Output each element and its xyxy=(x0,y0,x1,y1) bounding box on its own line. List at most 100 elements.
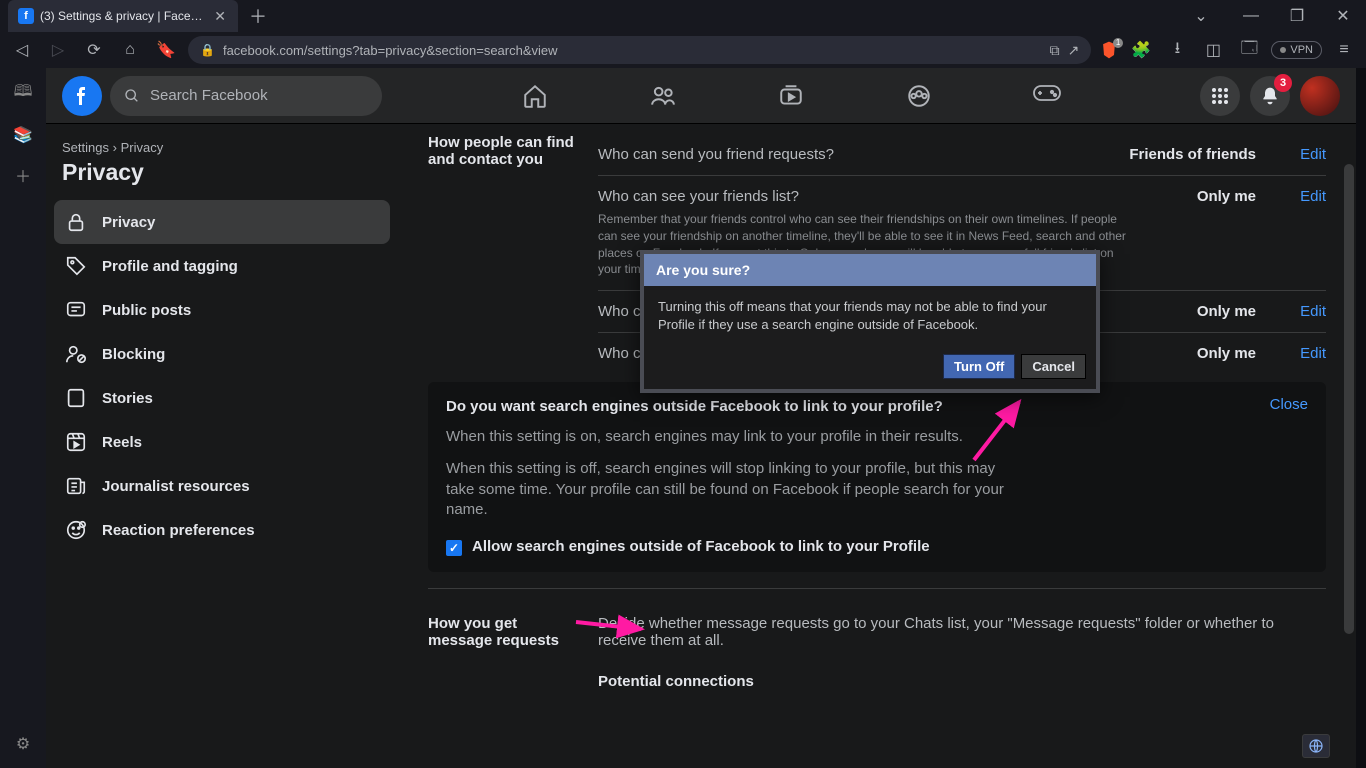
expanded-search-engine-setting: Close Do you want search engines outside… xyxy=(428,382,1326,572)
checkbox-checked-icon[interactable]: ✓ xyxy=(446,540,462,556)
brave-shields-icon[interactable]: 1 xyxy=(1099,40,1119,60)
header-right: 3 xyxy=(1200,76,1340,116)
browser-titlebar: f (3) Settings & privacy | Facebook ✕ ＋ … xyxy=(0,0,1366,32)
menu-grid-button[interactable] xyxy=(1200,76,1240,116)
lock-icon xyxy=(64,211,88,233)
bookmarks-panel-icon[interactable]: 📚 xyxy=(13,125,33,145)
sidebar-toggle-icon[interactable]: ◫ xyxy=(1199,36,1227,64)
sidebar-item-reaction-prefs[interactable]: Reaction preferences xyxy=(54,508,390,552)
edit-link[interactable]: Edit xyxy=(1276,146,1326,163)
sidebar-item-stories[interactable]: Stories xyxy=(54,376,390,420)
confirm-dialog: Are you sure? Turning this off means tha… xyxy=(640,250,1100,393)
sidebar-item-label: Blocking xyxy=(102,346,165,363)
tab-overflow-icon[interactable]: ⌄ xyxy=(1178,0,1224,32)
sidebar-item-label: Privacy xyxy=(102,214,155,231)
sidebar-item-blocking[interactable]: Blocking xyxy=(54,332,390,376)
nav-groups-icon[interactable] xyxy=(895,83,943,109)
close-tab-icon[interactable]: ✕ xyxy=(214,8,226,25)
sidebar-item-public-posts[interactable]: Public posts xyxy=(54,288,390,332)
section-title: How you get message requests xyxy=(428,615,598,690)
wallet-icon[interactable]: 🗔 xyxy=(1235,36,1263,64)
nav-gaming-icon[interactable] xyxy=(1023,83,1071,109)
turn-off-button[interactable]: Turn Off xyxy=(943,354,1015,379)
sidebar-item-privacy[interactable]: Privacy xyxy=(54,200,390,244)
page-viewport: Search Facebook 3 Settings › Privacy xyxy=(46,68,1356,768)
facebook-favicon: f xyxy=(18,8,34,24)
sidebar-item-label: Stories xyxy=(102,390,153,407)
window-minimize-icon[interactable]: — xyxy=(1228,0,1274,32)
sidebar-settings-icon[interactable]: ⚙ xyxy=(16,734,30,754)
new-tab-button[interactable]: ＋ xyxy=(244,2,272,30)
facebook-search[interactable]: Search Facebook xyxy=(110,76,382,116)
settings-sidebar: Settings › Privacy Privacy Privacy Profi… xyxy=(46,124,398,768)
nav-friends-icon[interactable] xyxy=(639,83,687,109)
shields-count-badge: 1 xyxy=(1113,38,1123,48)
nav-home-icon[interactable] xyxy=(511,83,559,109)
sidebar-item-profile-tagging[interactable]: Profile and tagging xyxy=(54,244,390,288)
sidebar-item-label: Public posts xyxy=(102,302,191,319)
dialog-footer: Turn Off Cancel xyxy=(644,346,1096,389)
section-description: Decide whether message requests go to yo… xyxy=(598,615,1326,649)
language-globe-button[interactable] xyxy=(1302,734,1330,758)
nav-back-icon[interactable]: ◁ xyxy=(8,36,36,64)
facebook-logo[interactable] xyxy=(62,76,102,116)
bookmark-icon[interactable]: 🔖 xyxy=(152,36,180,64)
stories-icon xyxy=(64,387,88,409)
downloads-icon[interactable]: ⭳ xyxy=(1163,36,1191,64)
dialog-body: Turning this off means that your friends… xyxy=(644,286,1096,346)
tab-title: (3) Settings & privacy | Facebook xyxy=(40,9,208,23)
window-controls: ⌄ — ❐ ✕ xyxy=(1178,0,1366,32)
news-icon xyxy=(64,475,88,497)
edit-link[interactable]: Edit xyxy=(1276,345,1326,362)
open-external-icon[interactable]: ⧉ xyxy=(1050,42,1060,59)
setting-value: Friends of friends xyxy=(1126,146,1276,163)
block-icon xyxy=(64,343,88,365)
browser-menu-icon[interactable]: ≡ xyxy=(1330,36,1358,64)
setting-row-friend-requests: Who can send you friend requests? Friend… xyxy=(598,134,1326,176)
page-title: Privacy xyxy=(54,155,390,200)
reading-list-icon[interactable]: 🕮 xyxy=(14,80,33,107)
vertical-scrollbar[interactable] xyxy=(1342,124,1356,768)
share-icon[interactable]: ↗ xyxy=(1068,42,1080,59)
sidebar-item-label: Reaction preferences xyxy=(102,522,255,539)
home-icon[interactable]: ⌂ xyxy=(116,36,144,64)
sidebar-item-reels[interactable]: Reels xyxy=(54,420,390,464)
top-nav xyxy=(382,83,1200,109)
edit-link[interactable]: Edit xyxy=(1276,303,1326,320)
extensions-icon[interactable]: 🧩 xyxy=(1127,36,1155,64)
search-icon xyxy=(124,88,140,104)
add-panel-icon[interactable]: ＋ xyxy=(15,163,31,187)
setting-value: Only me xyxy=(1126,303,1276,320)
subsection-title: Potential connections xyxy=(598,673,1326,690)
vpn-badge[interactable]: VPN xyxy=(1271,41,1322,59)
reaction-icon xyxy=(64,519,88,541)
browser-tab[interactable]: f (3) Settings & privacy | Facebook ✕ xyxy=(8,0,238,32)
reload-icon[interactable]: ⟳ xyxy=(80,36,108,64)
notifications-button[interactable]: 3 xyxy=(1250,76,1290,116)
nav-watch-icon[interactable] xyxy=(767,83,815,109)
cancel-button[interactable]: Cancel xyxy=(1021,354,1086,379)
browser-sidebar: 🕮 📚 ＋ ⚙ xyxy=(0,68,46,768)
setting-question: Who can send you friend requests? xyxy=(598,146,1126,163)
reels-icon xyxy=(64,431,88,453)
checkbox-row[interactable]: ✓ Allow search engines outside of Facebo… xyxy=(446,538,1308,556)
edit-link[interactable]: Edit xyxy=(1276,188,1326,205)
url-bar[interactable]: 🔒 facebook.com/settings?tab=privacy&sect… xyxy=(188,36,1091,64)
facebook-header: Search Facebook 3 xyxy=(46,68,1356,124)
account-avatar[interactable] xyxy=(1300,76,1340,116)
settings-main: How people can find and contact you Who … xyxy=(398,124,1356,768)
setting-value: Only me xyxy=(1126,188,1276,205)
expanded-text: When this setting is off, search engines… xyxy=(446,459,1006,520)
window-restore-icon[interactable]: ❐ xyxy=(1274,0,1320,32)
window-close-icon[interactable]: ✕ xyxy=(1320,0,1366,32)
close-link[interactable]: Close xyxy=(1270,396,1308,413)
sidebar-item-label: Journalist resources xyxy=(102,478,250,495)
sidebar-item-journalist[interactable]: Journalist resources xyxy=(54,464,390,508)
breadcrumb[interactable]: Settings › Privacy xyxy=(54,140,390,155)
lock-icon: 🔒 xyxy=(200,43,215,57)
url-text: facebook.com/settings?tab=privacy&sectio… xyxy=(223,43,1042,58)
sidebar-item-label: Reels xyxy=(102,434,142,451)
section-message-requests: How you get message requests Decide whet… xyxy=(398,605,1356,690)
scrollbar-thumb[interactable] xyxy=(1344,164,1354,634)
posts-icon xyxy=(64,299,88,321)
